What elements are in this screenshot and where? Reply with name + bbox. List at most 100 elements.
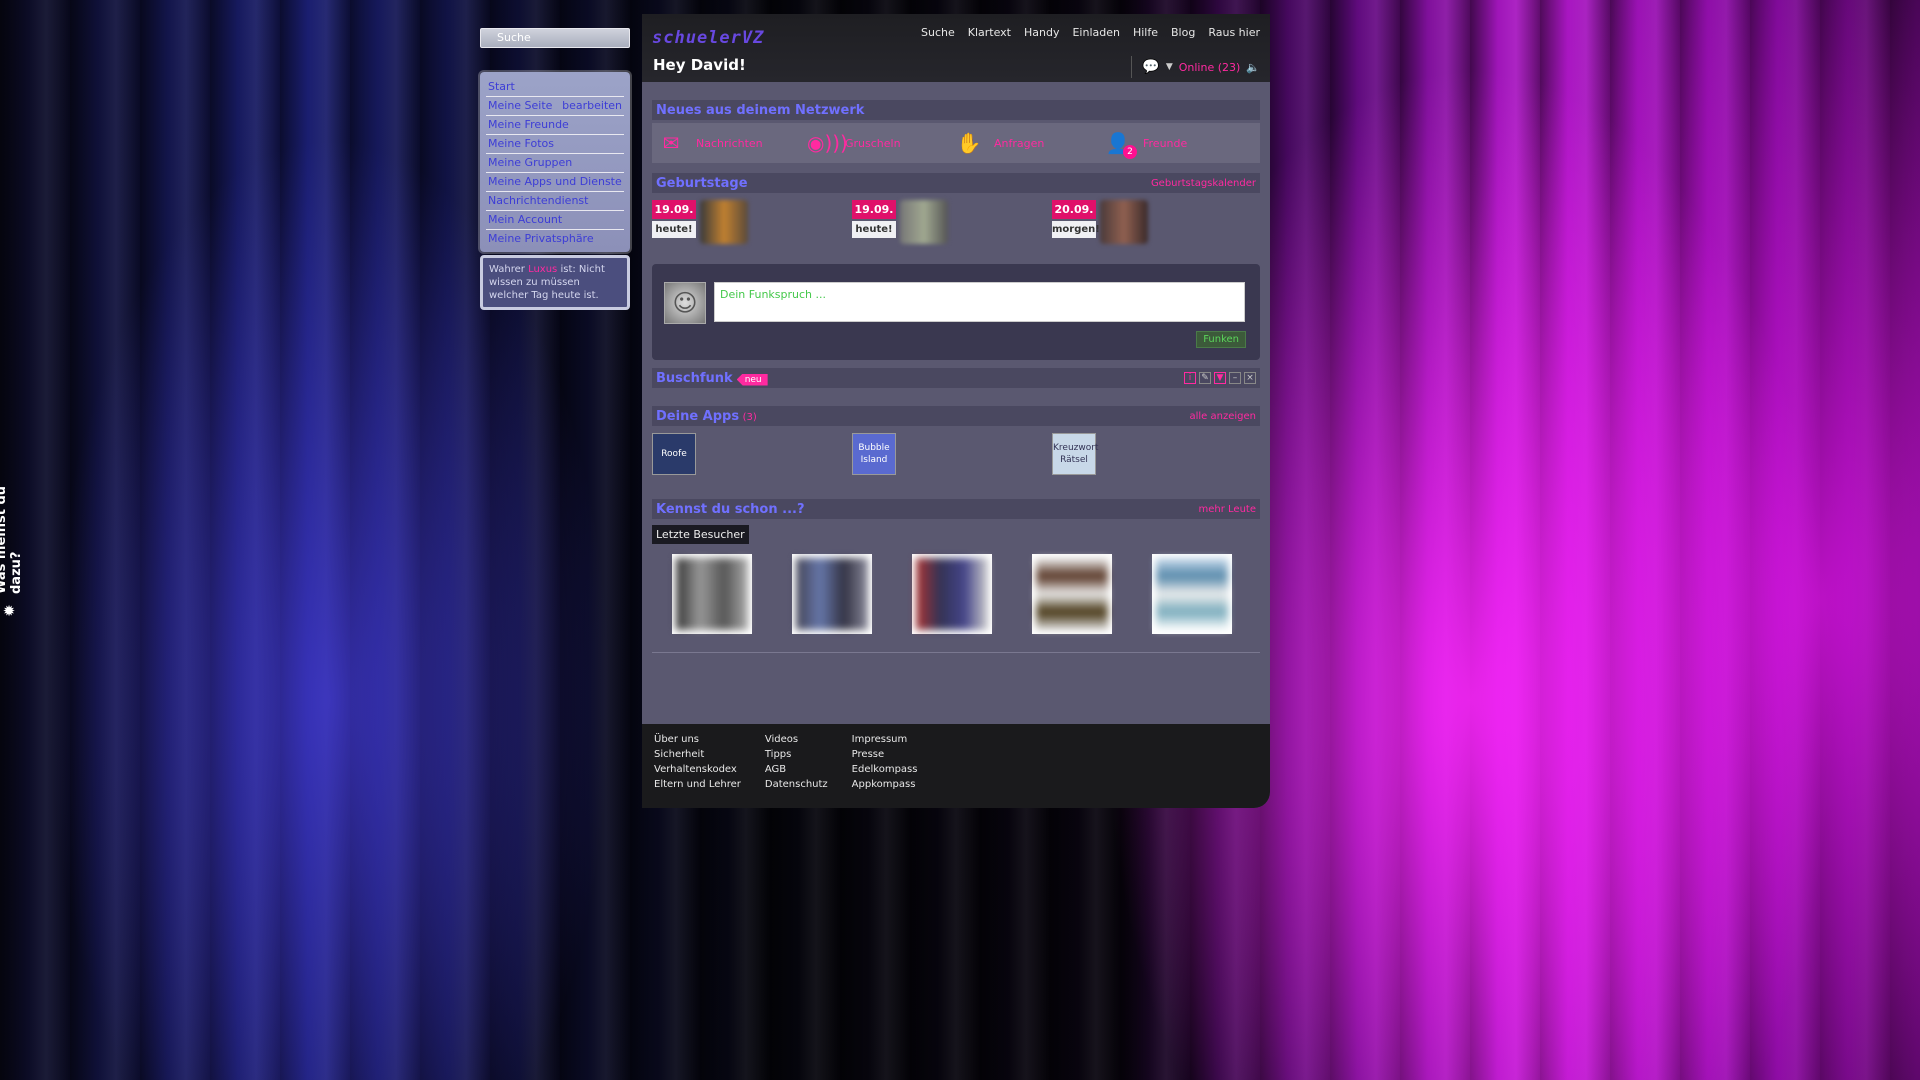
footer-link[interactable]: Edelkompass [852,764,918,775]
app-item[interactable]: Roofe [652,433,852,481]
visitor-item[interactable] [1032,554,1112,634]
friends-icon: 👤 2 [1105,131,1137,159]
app-item[interactable]: Kreuzwort Rätsel [1052,433,1252,481]
chat-icon[interactable]: 💬 [1142,59,1159,75]
avatar[interactable] [900,200,948,244]
visitor-item[interactable] [792,554,872,634]
send-status-button[interactable]: Funken [1196,331,1246,348]
bubble-island-icon: Bubble Island [852,433,896,475]
birthday-date: 20.09. [1052,200,1096,219]
visitor-list [652,544,1260,634]
footer-col-3: Impressum Presse Edelkompass Appkompass [852,734,918,798]
birthday-when: heute! [652,221,696,238]
avatar[interactable] [1100,200,1148,244]
network-freunde[interactable]: 👤 2 Freunde [1105,131,1254,159]
search-input[interactable]: Suche [480,28,630,48]
footer-link[interactable]: Impressum [852,734,918,745]
feedback-tab[interactable]: Was meinst du dazu? ✹ [0,440,24,620]
birthdays-header: Geburtstage Geburtstagskalender [652,173,1260,193]
network-anfragen[interactable]: ✋ Anfragen [956,131,1105,155]
footer-link[interactable]: Eltern und Lehrer [654,779,741,790]
birthday-item[interactable]: 20.09. morgen! [1052,200,1252,252]
footer-link[interactable]: Sicherheit [654,749,741,760]
footer-col-2: Videos Tipps AGB Datenschutz [765,734,828,798]
kennst-header: Kennst du schon ...? mehr Leute [652,499,1260,519]
kreuzwort-icon: Kreuzwort Rätsel [1052,433,1098,475]
avatar[interactable]: ☺ [664,282,706,324]
footer-link[interactable]: Videos [765,734,828,745]
footer-link[interactable]: Verhaltenskodex [654,764,741,775]
minimize-icon[interactable]: – [1229,372,1241,384]
topnav-logout[interactable]: Raus hier [1208,26,1260,39]
birthday-item[interactable]: 19.09. heute! [852,200,1052,252]
tab-letzte-besucher[interactable]: Letzte Besucher [652,525,749,544]
nav-item-fotos[interactable]: Meine Fotos [486,135,624,154]
content: Neues aus deinem Netzwerk ✉ Nachrichten … [652,100,1260,653]
footer-link[interactable]: Presse [852,749,918,760]
apps-header: Deine Apps (3) alle anzeigen [652,406,1260,426]
footer-link[interactable]: Datenschutz [765,779,828,790]
left-navigation: Start Meine Seite bearbeiten Meine Freund… [480,72,630,252]
network-gruscheln[interactable]: ◉))) Gruscheln [807,131,956,155]
app-item[interactable]: Bubble Island [852,433,1052,481]
footer-link[interactable]: Tipps [765,749,828,760]
buschfunk-tools: i ✎ ▼ – × [1184,372,1256,384]
tip-link[interactable]: Luxus [528,264,557,275]
broadcast-icon: ◉))) [807,131,848,155]
topnav-hilfe[interactable]: Hilfe [1133,26,1158,39]
birthday-when: heute! [852,221,896,238]
visitor-item[interactable] [672,554,752,634]
birthdays-row: 19.09. heute! 19.09. heute! 20.09. morgen! [652,196,1260,256]
nav-item-start[interactable]: Start [486,78,624,97]
envelope-icon: ✉ [662,131,680,155]
chevron-down-icon[interactable]: ▼ [1214,372,1226,384]
online-count[interactable]: Online (23) [1179,61,1241,74]
greeting: Hey David! [653,56,746,74]
network-header: Neues aus deinem Netzwerk [652,100,1260,120]
birthday-when: morgen! [1052,221,1100,238]
nav-item-gruppen[interactable]: Meine Gruppen [486,154,624,173]
apps-row: Roofe Bubble Island Kreuzwort Rätsel [652,429,1260,485]
nav-item-apps[interactable]: Meine Apps und Dienste [486,173,624,192]
edit-icon[interactable]: ✎ [1199,372,1211,384]
nav-item-account[interactable]: Mein Account [486,211,624,230]
visitor-item[interactable] [912,554,992,634]
nav-item-privatsphaere[interactable]: Meine Privatsphäre [486,230,624,248]
chevron-down-icon[interactable]: ▼ [1166,62,1173,72]
tip-box: Wahrer Luxus ist: Nicht wissen zu müssen… [480,255,630,310]
footer-col-1: Über uns Sicherheit Verhaltenskodex Elte… [654,734,741,798]
info-icon[interactable]: i [1184,372,1196,384]
status-input[interactable]: Dein Funkspruch ... [714,282,1245,322]
notification-badge: 2 [1123,145,1137,159]
top-navigation: Suche Klartext Handy Einladen Hilfe Blog… [921,26,1260,39]
avatar[interactable] [700,200,748,244]
site-logo[interactable]: schuelerVZ [652,28,764,48]
topnav-einladen[interactable]: Einladen [1072,26,1120,39]
feedback-label: Was meinst du dazu? [0,485,24,594]
footer-link[interactable]: AGB [765,764,828,775]
birthday-item[interactable]: 19.09. heute! [652,200,852,252]
more-people-link[interactable]: mehr Leute [1199,504,1256,515]
topnav-handy[interactable]: Handy [1024,26,1059,39]
topnav-klartext[interactable]: Klartext [968,26,1011,39]
nav-item-meine-seite[interactable]: Meine Seite bearbeiten [486,97,624,116]
speaker-icon[interactable]: 🔈 [1246,61,1260,74]
all-apps-link[interactable]: alle anzeigen [1190,411,1257,422]
gear-icon: ✹ [2,602,16,620]
visitor-item[interactable] [1152,554,1232,634]
request-icon: ✋ [956,131,982,155]
close-icon[interactable]: × [1244,372,1256,384]
nav-item-nachrichtendienst[interactable]: Nachrichtendienst [486,192,624,211]
edit-link[interactable]: bearbeiten [562,99,622,112]
network-row: ✉ Nachrichten ◉))) Gruscheln ✋ Anfragen … [652,123,1260,163]
nav-item-freunde[interactable]: Meine Freunde [486,116,624,135]
footer-link[interactable]: Über uns [654,734,741,745]
topnav-blog[interactable]: Blog [1171,26,1195,39]
birthday-calendar-link[interactable]: Geburtstagskalender [1151,178,1256,189]
topnav-suche[interactable]: Suche [921,26,955,39]
footer-link[interactable]: Appkompass [852,779,918,790]
network-nachrichten[interactable]: ✉ Nachrichten [658,131,807,155]
divider [1131,56,1133,78]
roofe-icon: Roofe [652,433,696,475]
status-composer: ☺ Dein Funkspruch ... Funken [652,264,1260,360]
